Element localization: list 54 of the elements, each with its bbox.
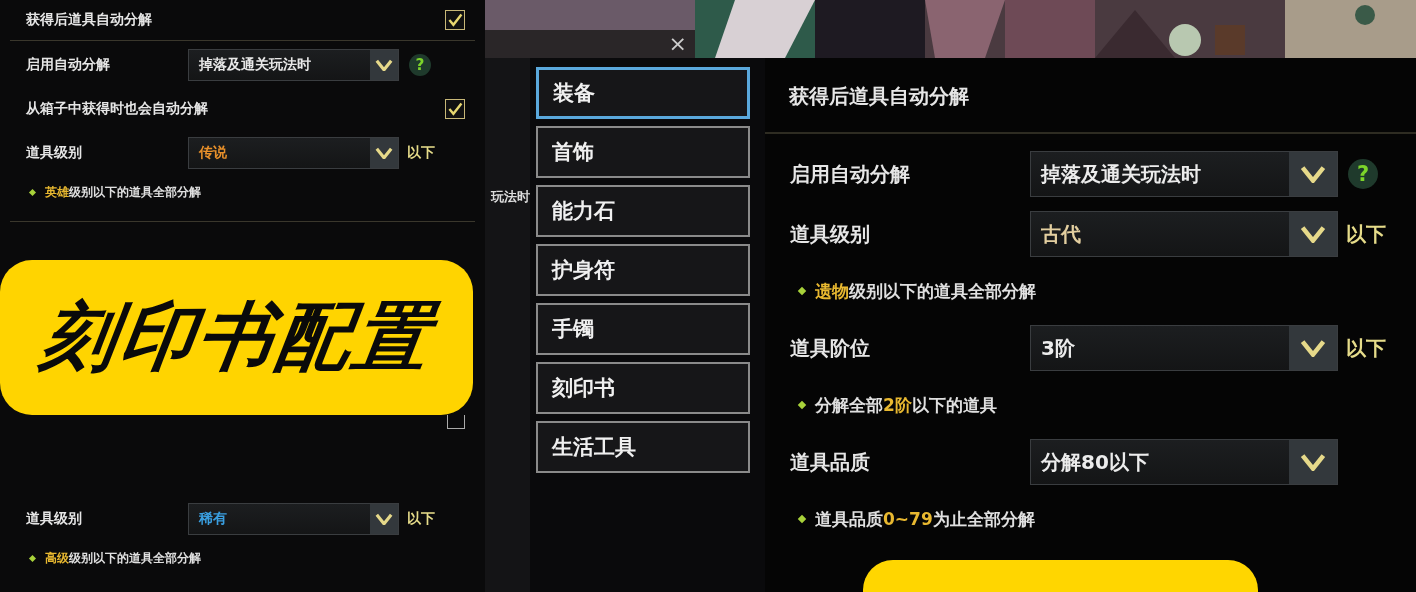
setting-label: 从箱子中获得时也会自动分解 [26,100,209,118]
close-button[interactable]: × [668,33,687,55]
setting-label: 道具级别 [26,144,83,162]
title-banner: 刻印书配置 [0,260,473,415]
bullet-icon [797,400,807,410]
chevron-down-icon [1300,452,1326,472]
suffix-label: 以下 [1346,220,1386,248]
hint-text: 高级级别以下的道具全部分解 [45,549,201,567]
chevron-down-icon [375,58,393,72]
hint-text: 分解全部2阶以下的道具 [815,393,997,417]
setting-label: 启用自动分解 [26,56,111,74]
bullet-icon [797,514,807,524]
help-icon[interactable]: ? [1348,159,1378,189]
checkbox[interactable] [445,10,465,30]
dropdown[interactable]: 分解80以下 [1030,439,1338,485]
dropdown[interactable]: 古代 [1030,211,1338,257]
dropdown[interactable]: 掉落及通关玩法时 [1030,151,1338,197]
bullet-icon [797,286,807,296]
category-tab[interactable]: 装备 [536,67,750,119]
dropdown[interactable]: 稀有 [188,503,399,535]
bullet-icon [28,188,37,196]
dropdown[interactable]: 传说 [188,137,399,169]
dropdown[interactable]: 掉落及通关玩法时 [188,49,399,81]
help-icon[interactable]: ? [409,54,431,76]
panel-title: 获得后道具自动分解 [789,82,969,110]
dropdown[interactable]: 3阶 [1030,325,1338,371]
category-tab[interactable]: 能力石 [536,185,750,237]
chevron-down-icon [1300,338,1326,358]
checkbox[interactable] [445,99,465,119]
setting-label: 道具阶位 [790,334,871,362]
setting-label: 道具级别 [26,510,83,528]
suffix-label: 以下 [407,144,435,162]
category-tab[interactable]: 护身符 [536,244,750,296]
setting-label: 道具品质 [790,448,871,476]
hint-text: 道具品质0~79为止全部分解 [815,507,1035,531]
category-tab[interactable]: 生活工具 [536,421,750,473]
setting-value: 玩法时 [489,188,530,206]
setting-label: 道具级别 [790,220,871,248]
category-tab[interactable]: 刻印书 [536,362,750,414]
category-tab[interactable]: 首饰 [536,126,750,178]
hint-text: 遗物级别以下的道具全部分解 [815,279,1036,303]
suffix-label: 以下 [1346,334,1386,362]
suffix-label: 以下 [407,510,435,528]
checkbox[interactable] [447,415,465,429]
bullet-icon [28,554,37,562]
category-tab[interactable]: 手镯 [536,303,750,355]
hint-text: 英雄级别以下的道具全部分解 [45,183,201,201]
chevron-down-icon [1300,164,1326,184]
chevron-down-icon [375,512,393,526]
action-button[interactable] [863,560,1258,592]
setting-label: 启用自动分解 [790,160,911,188]
chevron-down-icon [375,146,393,160]
setting-label: 获得后道具自动分解 [26,11,153,29]
chevron-down-icon [1300,224,1326,244]
